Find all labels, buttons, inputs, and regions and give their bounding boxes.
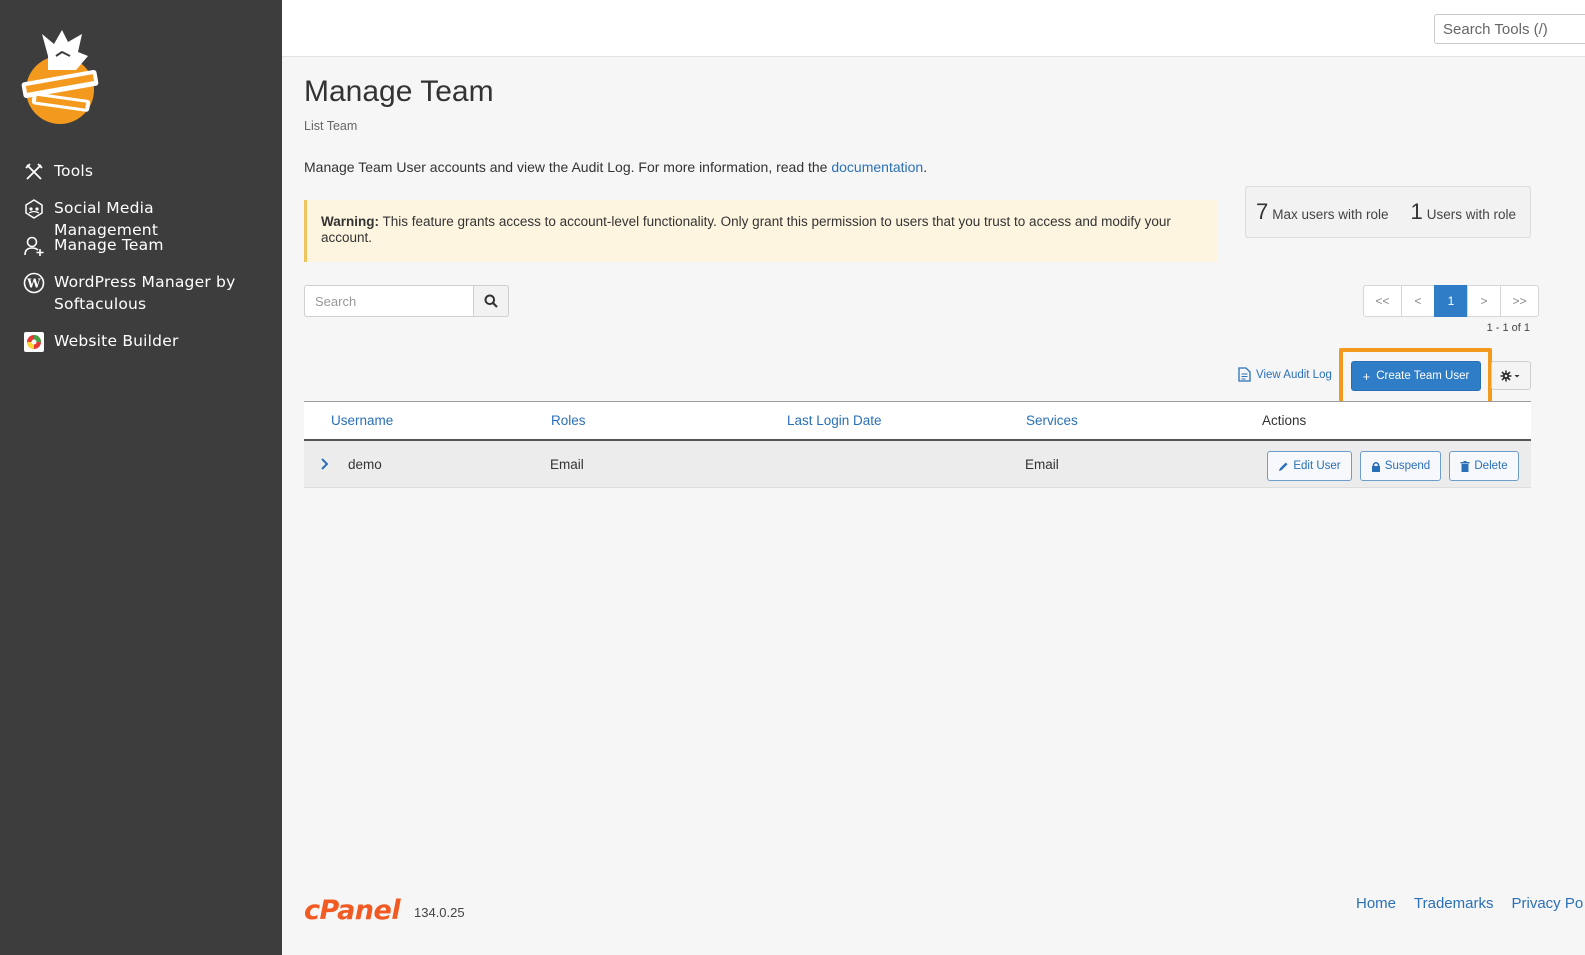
search-input[interactable]	[304, 285, 473, 317]
sidebar-item-wordpress-manager[interactable]: W WordPress Manager by Softaculous	[22, 271, 254, 315]
delete-button[interactable]: Delete	[1449, 451, 1519, 481]
view-audit-log-label: View Audit Log	[1256, 368, 1332, 381]
cell-username: demo	[348, 457, 382, 472]
gear-icon	[1500, 370, 1520, 381]
delete-label: Delete	[1474, 460, 1508, 472]
warning-label: Warning:	[321, 214, 379, 229]
cell-services: Email	[1025, 457, 1059, 472]
wordpress-icon: W	[22, 271, 46, 295]
footer-privacy-link[interactable]: Privacy Po	[1511, 895, 1583, 912]
tools-icon	[22, 160, 46, 184]
role-stats: 7 Max users with role 1 Users with role	[1245, 186, 1531, 238]
last-page-button[interactable]: >>	[1500, 285, 1539, 317]
sidebar-item-label: WordPress Manager by Softaculous	[54, 273, 236, 313]
next-page-button[interactable]: >	[1467, 285, 1501, 317]
top-bar	[282, 0, 1585, 57]
grizzly-pumpkin-logo[interactable]	[18, 26, 102, 126]
suspend-button[interactable]: Suspend	[1360, 451, 1441, 481]
suspend-label: Suspend	[1384, 460, 1431, 472]
create-team-user-label: Create Team User	[1376, 370, 1470, 382]
page-count: 1 - 1 of 1	[1486, 322, 1530, 334]
sidebar-item-label: Manage Team	[54, 236, 164, 254]
column-actions: Actions	[1262, 413, 1307, 428]
warning-callout: Warning: This feature grants access to a…	[304, 200, 1217, 262]
edit-user-label: Edit User	[1293, 460, 1341, 472]
cpanel-logo[interactable]: cPanel	[304, 895, 401, 926]
sidebar-item-website-builder[interactable]: Website Builder	[22, 330, 254, 354]
edit-user-button[interactable]: Edit User	[1267, 451, 1352, 481]
manage-team-icon	[22, 234, 46, 258]
sidebar-item-label: Tools	[54, 162, 94, 180]
sidebar-item-manage-team[interactable]: Manage Team	[22, 234, 254, 258]
table-header: Username Roles Last Login Date Services …	[304, 401, 1531, 441]
max-users-count: 7	[1256, 199, 1269, 224]
svg-text:W: W	[26, 277, 41, 291]
first-page-button[interactable]: <<	[1363, 285, 1402, 317]
create-team-user-button[interactable]: + Create Team User	[1351, 361, 1481, 391]
expand-row-icon[interactable]	[320, 456, 330, 475]
description-text: Manage Team User accounts and view the A…	[304, 159, 832, 175]
footer-trademarks-link[interactable]: Trademarks	[1414, 895, 1493, 912]
column-services[interactable]: Services	[1026, 413, 1078, 428]
search-tools-input[interactable]	[1434, 14, 1585, 44]
cell-roles: Email	[550, 457, 584, 472]
cpanel-version: 134.0.25	[414, 905, 465, 920]
documentation-link[interactable]: documentation	[831, 159, 923, 175]
page-title: Manage Team	[304, 75, 494, 108]
warning-text: This feature grants access to account-le…	[321, 214, 1171, 245]
document-icon	[1238, 367, 1251, 382]
pencil-icon	[1279, 462, 1288, 471]
trash-icon	[1460, 460, 1470, 472]
max-users-label: Max users with role	[1272, 206, 1389, 222]
column-roles[interactable]: Roles	[551, 413, 586, 428]
users-with-role-count: 1	[1410, 199, 1423, 224]
footer-home-link[interactable]: Home	[1356, 895, 1396, 912]
column-username[interactable]: Username	[331, 413, 393, 428]
search-icon	[484, 294, 498, 308]
view-audit-log-link[interactable]: View Audit Log	[1238, 367, 1332, 382]
lock-icon	[1371, 461, 1380, 472]
website-builder-icon	[22, 330, 46, 354]
settings-dropdown-button[interactable]	[1491, 361, 1531, 390]
page-subtitle: List Team	[304, 119, 358, 133]
footer-links: Home Trademarks Privacy Po	[1356, 895, 1585, 912]
pagination: << < 1 > >>	[1363, 285, 1539, 317]
social-media-icon	[22, 197, 46, 221]
sidebar-item-label: Website Builder	[54, 332, 179, 350]
current-page-button[interactable]: 1	[1434, 285, 1468, 317]
description-suffix: .	[923, 159, 928, 175]
main-content: Manage Team List Team Manage Team User a…	[282, 57, 1585, 955]
search-button[interactable]	[473, 285, 509, 317]
users-with-role-label: Users with role	[1426, 206, 1517, 222]
table-row: demo Email Email Edit User Suspend Delet…	[304, 441, 1531, 488]
plus-icon: +	[1362, 368, 1371, 384]
team-search	[304, 285, 509, 317]
sidebar: Tools Social Media Management Manage Tea…	[0, 0, 282, 955]
column-last-login-date[interactable]: Last Login Date	[787, 413, 882, 428]
team-table: Username Roles Last Login Date Services …	[304, 401, 1531, 488]
prev-page-button[interactable]: <	[1401, 285, 1435, 317]
sidebar-item-tools[interactable]: Tools	[22, 160, 254, 184]
page-description: Manage Team User accounts and view the A…	[304, 159, 927, 175]
